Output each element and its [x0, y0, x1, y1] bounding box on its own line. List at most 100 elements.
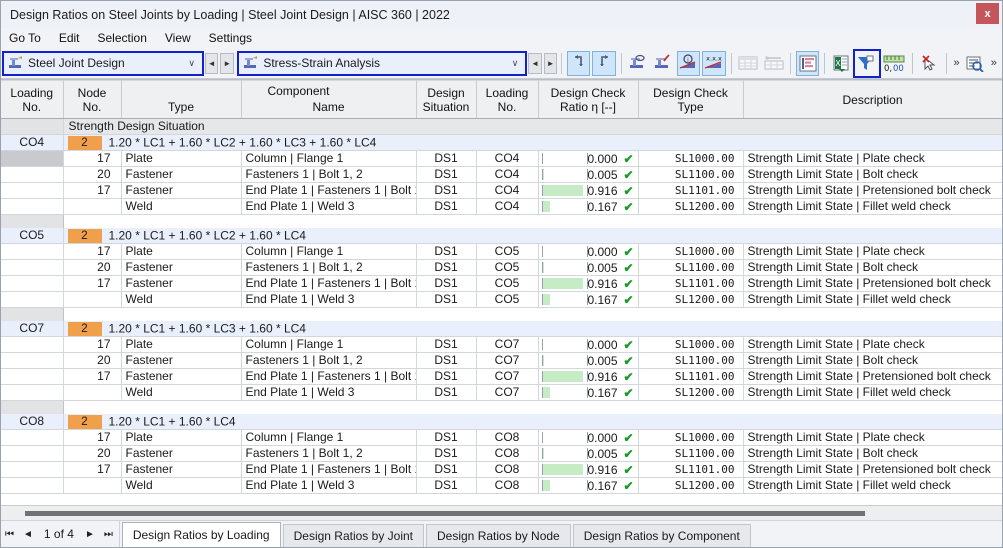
combination-formula: 1.20 * LC1 + 1.60 * LC2 + 1.60 * LC4: [108, 228, 306, 243]
col-header-design-check-ratio[interactable]: Design Check Ratio η [--]: [538, 80, 639, 119]
col-header-loading-no[interactable]: Loading No.: [1, 80, 64, 119]
tab-design-ratios-by-component[interactable]: Design Ratios by Component: [572, 524, 751, 547]
loading-no-cell: [1, 275, 64, 293]
check-ok-icon: ✔: [623, 261, 634, 276]
col-header-node-no[interactable]: Node No.: [63, 80, 122, 119]
design-situation-cell: DS1: [416, 352, 477, 370]
col-header-design-check-type[interactable]: Design Check Type: [638, 80, 744, 119]
component-name-cell: Column | Flange 1: [241, 429, 417, 447]
pager-first-button[interactable]: ⏮: [5, 529, 14, 540]
analysis-combo[interactable]: Stress-Strain Analysis ∨: [238, 51, 527, 75]
result-numeric-values-icon[interactable]: x.x.x: [701, 50, 726, 76]
undo-arrow-icon[interactable]: [567, 50, 591, 76]
design-check-type-cell: SL1200.00: [638, 384, 744, 402]
menu-item-settings[interactable]: Settings: [209, 30, 261, 46]
export-excel-icon[interactable]: X: [830, 51, 853, 76]
combination-formula: 1.20 * LC1 + 1.60 * LC4: [108, 414, 236, 429]
table-row[interactable]: 17 Fastener End Plate 1 | Fasteners 1 | Bo…: [1, 275, 1002, 293]
loading-no-cell: CO8: [1, 413, 64, 431]
load-combination-cell: 2 1.20 * LC1 + 1.60 * LC2 + 1.60 * LC3 + …: [63, 134, 1002, 152]
redo-arrow-icon[interactable]: [592, 50, 616, 76]
table-grid-icon[interactable]: [737, 51, 760, 76]
module-next-button[interactable]: ►: [220, 52, 234, 74]
toolbar-overflow-button[interactable]: »: [950, 57, 962, 69]
module-combo-highlight: Steel Joint Design ∨: [2, 50, 204, 76]
chart-bars-icon[interactable]: [796, 50, 820, 76]
table-row[interactable]: 17 Fastener End Plate 1 | Fasteners 1 | Bo…: [1, 368, 1002, 386]
table-row[interactable]: 17 Plate Column | Flange 1 DS1 CO5 0.000 ✔ SL10…: [1, 243, 1002, 261]
col-header-line2: No.: [497, 99, 517, 114]
results-table-container[interactable]: Loading No. Node No. Component Type Comp…: [1, 79, 1002, 505]
table-merge-icon[interactable]: [762, 51, 785, 76]
ratio-bar-track: [541, 387, 588, 399]
col-header-design-situation[interactable]: Design Situation: [416, 80, 477, 119]
design-check-type-cell: SL1101.00: [638, 461, 744, 479]
col-header-component-name[interactable]: Component Name: [241, 80, 417, 119]
table-row[interactable]: 20 Fastener Fasteners 1 | Bolt 1, 2 DS1 CO8 0…: [1, 445, 1002, 463]
component-name-cell: End Plate 1 | Fasteners 1 | Bolt 1...: [241, 275, 417, 293]
table-row[interactable]: Weld End Plate 1 | Weld 3 DS1 CO4 0.167 ✔ SL12…: [1, 198, 1002, 216]
table-row[interactable]: 17 Plate Column | Flange 1 DS1 CO4 0.000 ✔ SL10…: [1, 150, 1002, 168]
horizontal-scrollbar-thumb[interactable]: [25, 510, 865, 516]
check-ok-icon: ✔: [623, 479, 634, 494]
col-header-line2: Situation: [422, 99, 470, 114]
menu-item-selection[interactable]: Selection: [98, 30, 156, 46]
analysis-next-button[interactable]: ►: [543, 52, 558, 74]
col-header-description[interactable]: Description: [743, 80, 1002, 119]
deselect-cursor-icon[interactable]: [917, 51, 940, 76]
pager-last-button[interactable]: ⏭: [104, 529, 113, 540]
table-row[interactable]: Weld End Plate 1 | Weld 3 DS1 CO7 0.167 ✔ SL12…: [1, 384, 1002, 402]
result-value-info-icon[interactable]: i: [676, 50, 700, 76]
tab-design-ratios-by-loading[interactable]: Design Ratios by Loading: [121, 522, 281, 547]
ratio-value: 0.000: [587, 338, 618, 353]
component-type-cell: Fastener: [121, 368, 242, 386]
table-row[interactable]: 17 Fastener End Plate 1 | Fasteners 1 | Bo…: [1, 182, 1002, 200]
table-row[interactable]: 20 Fastener Fasteners 1 | Bolt 1, 2 DS1 CO5 0…: [1, 259, 1002, 277]
load-combination-row[interactable]: CO7 2 1.20 * LC1 + 1.60 * LC3 + 1.60 * LC4: [1, 320, 1002, 338]
close-icon[interactable]: x: [976, 3, 999, 24]
toolbar-separator: [730, 52, 732, 74]
group-header-label: Strength Design Situation: [63, 118, 1002, 135]
design-check-ratio-cell: 0.000 ✔: [538, 336, 639, 354]
menu-item-edit[interactable]: Edit: [59, 30, 89, 46]
design-check-ratio-cell: 0.916 ✔: [538, 182, 639, 200]
joint-export-icon[interactable]: [652, 51, 675, 76]
table-row[interactable]: Weld End Plate 1 | Weld 3 DS1 CO5 0.167 ✔ SL12…: [1, 291, 1002, 309]
ratio-value: 0.005: [587, 261, 618, 276]
component-type-cell: Fastener: [121, 166, 242, 184]
stress-strain-icon: [243, 56, 258, 70]
design-check-ratio-cell: 0.916 ✔: [538, 275, 639, 293]
ratio-bar-track: [541, 339, 588, 351]
menu-item-view[interactable]: View: [165, 30, 200, 46]
pager-prev-button[interactable]: ◄: [23, 529, 33, 540]
analysis-prev-button[interactable]: ◄: [528, 52, 542, 74]
design-check-type-cell: SL1000.00: [638, 429, 744, 447]
module-combo[interactable]: Steel Joint Design ∨: [3, 51, 203, 75]
table-row[interactable]: 17 Plate Column | Flange 1 DS1 CO7 0.000 ✔ SL10…: [1, 336, 1002, 354]
load-combination-row[interactable]: CO5 2 1.20 * LC1 + 1.60 * LC2 + 1.60 * LC4: [1, 227, 1002, 245]
load-combination-row[interactable]: CO4 2 1.20 * LC1 + 1.60 * LC2 + 1.60 * LC3…: [1, 134, 1002, 152]
description-cell: Strength Limit State | Plate check: [743, 243, 1002, 261]
filter-funnel-icon[interactable]: [853, 48, 881, 78]
tab-design-ratios-by-joint[interactable]: Design Ratios by Joint: [282, 524, 424, 547]
pager-next-button[interactable]: ►: [85, 529, 95, 540]
load-combination-row[interactable]: CO8 2 1.20 * LC1 + 1.60 * LC4: [1, 413, 1002, 431]
table-row[interactable]: Weld End Plate 1 | Weld 3 DS1 CO8 0.167 ✔ SL12…: [1, 477, 1002, 495]
toolbar-overflow-button-2[interactable]: »: [988, 57, 1000, 69]
tab-design-ratios-by-node[interactable]: Design Ratios by Node: [426, 524, 571, 547]
joint-import-icon[interactable]: [626, 51, 649, 76]
col-header-loading-no-2[interactable]: Loading No.: [476, 80, 539, 119]
horizontal-scrollbar[interactable]: [1, 505, 1002, 520]
table-row[interactable]: 20 Fastener Fasteners 1 | Bolt 1, 2 DS1 CO4 0…: [1, 166, 1002, 184]
loading-no-2-cell: CO7: [476, 384, 539, 402]
menu-item-go-to[interactable]: Go To: [9, 30, 50, 46]
chevron-down-icon: ∨: [511, 57, 519, 68]
table-row[interactable]: 17 Fastener End Plate 1 | Fasteners 1 | Bo…: [1, 461, 1002, 479]
title-bar: Design Ratios on Steel Joints by Loading…: [1, 1, 1002, 28]
module-prev-button[interactable]: ◄: [205, 52, 219, 74]
table-row[interactable]: 20 Fastener Fasteners 1 | Bolt 1, 2 DS1 CO7 0…: [1, 352, 1002, 370]
design-check-ratio-cell: 0.000 ✔: [538, 150, 639, 168]
find-magnifier-icon[interactable]: [964, 51, 987, 76]
decimal-places-icon[interactable]: 0, 00: [881, 51, 907, 76]
table-row[interactable]: 17 Plate Column | Flange 1 DS1 CO8 0.000 ✔ SL10…: [1, 429, 1002, 447]
